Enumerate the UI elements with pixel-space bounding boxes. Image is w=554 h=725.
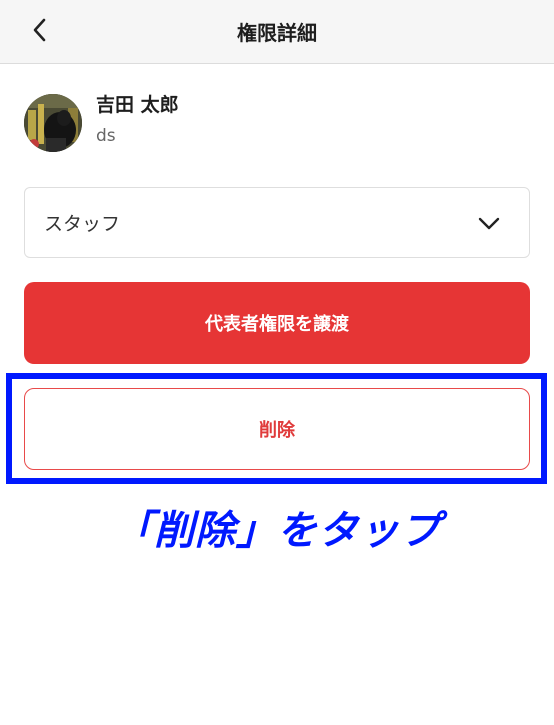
role-select-value: スタッフ: [44, 213, 121, 235]
instruction-caption: 「削除」をタップ: [113, 508, 441, 554]
delete-button[interactable]: 削除: [24, 388, 530, 470]
role-select[interactable]: スタッフ: [24, 187, 530, 258]
transfer-representative-button[interactable]: 代表者権限を譲渡: [24, 282, 530, 364]
app-header: 権限詳細: [0, 0, 554, 64]
user-info: 吉田 太郎 ds: [24, 93, 179, 153]
user-sub-text: ds: [96, 126, 116, 146]
user-name: 吉田 太郎: [96, 94, 179, 116]
chevron-down-icon: [478, 217, 500, 230]
avatar: [24, 94, 82, 152]
page-title: 権限詳細: [237, 20, 317, 45]
